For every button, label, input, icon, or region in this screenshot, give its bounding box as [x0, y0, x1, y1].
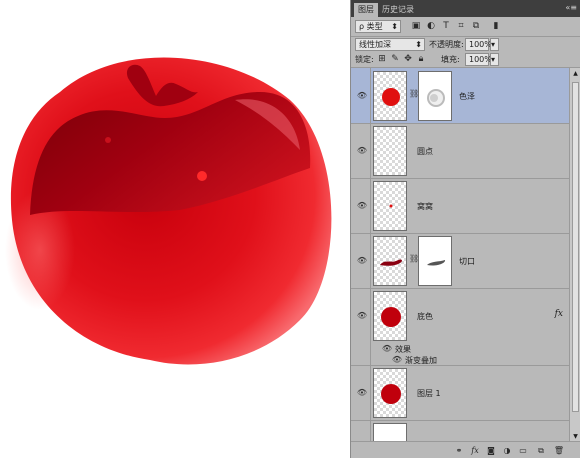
layer-name: 底色 [417, 312, 433, 321]
scrollbar-thumb[interactable] [572, 82, 579, 412]
panel-tabbar: 图层 历史记录 «≡ [351, 0, 580, 17]
blend-mode-select[interactable]: 线性加深 ⬍ [355, 38, 425, 51]
eye-icon[interactable]: 👁︎ [356, 388, 368, 398]
layer-row[interactable]: 👁︎ ⛓︎ 切口 [351, 234, 569, 289]
layer-row[interactable] [351, 421, 569, 442]
fx-badge[interactable]: fx [555, 309, 563, 319]
smart-object-filter-icon[interactable]: ⧉ [471, 21, 481, 31]
layer-row[interactable]: 👁︎ 图层 1 [351, 366, 569, 421]
layer-name: 圆点 [417, 147, 433, 156]
filter-toggle-icon[interactable]: ▮ [491, 21, 501, 31]
layer-thumbnail [373, 236, 407, 286]
layer-row[interactable]: 👁︎ 圆点 [351, 124, 569, 179]
lock-position-icon[interactable]: ✥ [403, 54, 413, 64]
panel-menu-icon[interactable]: «≡ [565, 3, 577, 12]
eye-icon[interactable]: 👁︎ [356, 146, 368, 156]
layer-thumbnail [373, 71, 407, 121]
chevron-down-icon: ⬍ [415, 40, 422, 49]
eye-icon[interactable]: 👁︎ [381, 344, 393, 354]
layer-thumbnail [373, 423, 407, 442]
tab-history[interactable]: 历史记录 [378, 3, 418, 17]
eye-icon[interactable]: 👁︎ [391, 355, 403, 365]
tab-layers[interactable]: 图层 [354, 3, 378, 17]
layer-name: 色泽 [459, 92, 475, 101]
opacity-dropdown-icon[interactable]: ▾ [490, 38, 499, 51]
fx-icon[interactable]: fx [469, 445, 481, 456]
visibility-column [351, 421, 371, 442]
gradient-overlay-effect[interactable]: 渐变叠加 [405, 355, 437, 366]
trash-icon[interactable]: 🗑︎ [553, 445, 565, 456]
fill-label: 填充: [441, 55, 460, 64]
layer-thumbnail [373, 126, 407, 176]
filter-kind-select[interactable]: ρ 类型 ⬍ [355, 20, 401, 33]
layer-mask-thumbnail [418, 71, 452, 121]
layer-row[interactable]: 👁︎ 底色 fx 👁︎ 效果 👁︎ 渐变叠加 [351, 289, 569, 366]
layer-name: 图层 1 [417, 389, 441, 398]
layer-row[interactable]: 👁︎ ⛓︎ 色泽 [351, 68, 569, 124]
lock-label: 锁定: [355, 55, 374, 64]
scroll-up-icon[interactable]: ▲ [570, 68, 580, 79]
eye-icon[interactable]: 👁︎ [356, 201, 368, 211]
blend-mode-value: 线性加深 [359, 40, 391, 49]
layers-panel: 图层 历史记录 «≡ ρ 类型 ⬍ ▣ ◐ T ⌗ ⧉ ▮ 线性加深 ⬍ 不透明… [350, 0, 580, 458]
apple-illustration [5, 57, 332, 365]
adjustment-filter-icon[interactable]: ◐ [426, 21, 436, 31]
document-canvas[interactable] [0, 0, 350, 458]
new-group-icon[interactable]: ▭ [517, 445, 529, 456]
image-filter-icon[interactable]: ▣ [411, 21, 421, 31]
fill-dropdown-icon[interactable]: ▾ [490, 53, 499, 66]
apple-dot [197, 171, 207, 181]
opacity-input[interactable]: 100% [465, 38, 492, 51]
lock-all-icon[interactable]: 🔒︎ [416, 54, 426, 64]
type-filter-icon[interactable]: T [441, 21, 451, 31]
effects-label: 效果 [395, 345, 411, 354]
link-icon[interactable]: ⚭ [453, 445, 465, 456]
layer-row[interactable]: 👁︎ 窝窝 [351, 179, 569, 234]
opacity-label: 不透明度: [429, 40, 464, 49]
shape-filter-icon[interactable]: ⌗ [456, 21, 466, 31]
layer-scrollbar[interactable]: ▲ ▼ [569, 68, 580, 442]
add-mask-icon[interactable]: ◙ [485, 445, 497, 456]
layer-thumbnail [373, 181, 407, 231]
chevron-down-icon: ⬍ [391, 22, 398, 31]
visibility-column [351, 289, 371, 365]
layer-name: 窝窝 [417, 202, 433, 211]
layer-mask-thumbnail [418, 236, 452, 286]
layer-name: 切口 [459, 257, 475, 266]
lock-image-icon[interactable]: ✎ [390, 54, 400, 64]
fill-input[interactable]: 100% [465, 53, 492, 66]
eye-icon[interactable]: 👁︎ [356, 311, 368, 321]
panel-footer: ⚭ fx ◙ ◑ ▭ ⧉ 🗑︎ [351, 441, 580, 458]
eye-icon[interactable]: 👁︎ [356, 91, 368, 101]
layer-thumbnail [373, 368, 407, 418]
adjustment-layer-icon[interactable]: ◑ [501, 445, 513, 456]
lock-transparent-icon[interactable]: ⊞ [377, 54, 387, 64]
layer-list: 👁︎ ⛓︎ 色泽 👁︎ 圆点 👁︎ 窝窝 👁︎ ⛓︎ 切口 👁︎ 底色 fx 👁… [351, 68, 569, 442]
layer-thumbnail [373, 291, 407, 341]
new-layer-icon[interactable]: ⧉ [535, 445, 547, 456]
filter-kind-value: ρ 类型 [359, 22, 383, 31]
eye-icon[interactable]: 👁︎ [356, 256, 368, 266]
filter-row: ρ 类型 ⬍ ▣ ◐ T ⌗ ⧉ ▮ [351, 17, 580, 37]
